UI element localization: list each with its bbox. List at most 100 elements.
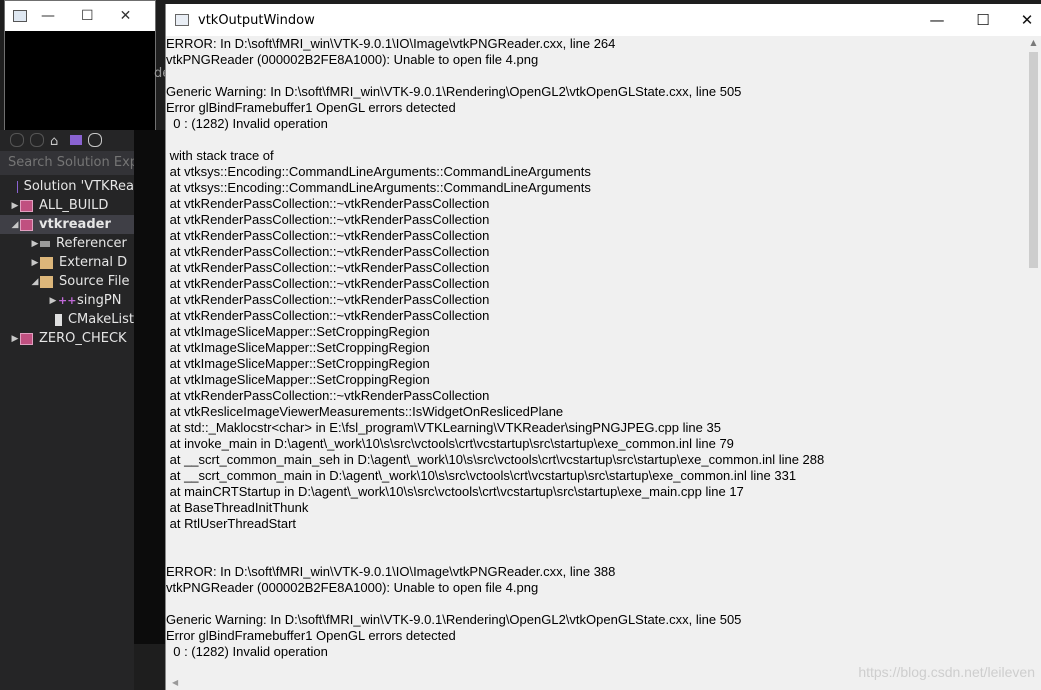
output-line: at invoke_main in D:\agent\_work\10\s\sr… xyxy=(166,436,734,451)
home-icon[interactable] xyxy=(50,134,64,146)
tree-item[interactable]: CMakeList xyxy=(0,310,134,329)
output-line: with stack trace of xyxy=(166,148,274,163)
maximize-button[interactable]: ☐ xyxy=(81,1,94,31)
vtk-output-window: vtkOutputWindow — ☐ ✕ ERROR: In D:\soft\… xyxy=(165,4,1041,690)
close-button[interactable]: ✕ xyxy=(120,1,132,31)
output-line: vtkPNGReader (000002B2FE8A1000): Unable … xyxy=(166,580,539,595)
output-line: at vtkRenderPassCollection::~vtkRenderPa… xyxy=(166,228,490,243)
back-icon[interactable] xyxy=(10,133,24,147)
project-icon xyxy=(20,332,33,345)
small-window-titlebar: — ☐ ✕ xyxy=(5,1,155,31)
output-line: at __scrt_common_main_seh in D:\agent\_w… xyxy=(166,452,825,467)
project-icon xyxy=(20,218,33,231)
folder-icon xyxy=(40,275,53,288)
output-line: at vtkRenderPassCollection::~vtkRenderPa… xyxy=(166,212,490,227)
tree-item-label: Referencer xyxy=(56,236,127,251)
expand-arrow-icon[interactable]: ▶ xyxy=(48,296,58,306)
tree-item-label: ZERO_CHECK xyxy=(39,331,127,346)
file-icon xyxy=(54,313,62,326)
output-line: at RtlUserThreadStart xyxy=(166,516,297,531)
project-icon xyxy=(20,199,33,212)
output-line: Error glBindFramebuffer1 OpenGL errors d… xyxy=(166,628,456,643)
tree-item-label: External D xyxy=(59,255,128,270)
solution-explorer: Solution 'VTKRea▶ALL_BUILD◢vtkreader▶Ref… xyxy=(0,130,134,690)
tree-item[interactable]: ▶ singPN xyxy=(0,291,134,310)
output-line: at vtksys::Encoding::CommandLineArgument… xyxy=(166,164,591,179)
tree-item[interactable]: ◢ Source File xyxy=(0,272,134,291)
solution-search-input[interactable] xyxy=(0,151,134,175)
output-line: at vtkRenderPassCollection::~vtkRenderPa… xyxy=(166,308,490,323)
output-line: at vtkRenderPassCollection::~vtkRenderPa… xyxy=(166,388,490,403)
forward-icon[interactable] xyxy=(30,133,44,147)
tree-item-label: singPN xyxy=(77,293,122,308)
output-line: at __scrt_common_main in D:\agent\_work\… xyxy=(166,468,797,483)
close-button[interactable]: ✕ xyxy=(1004,4,1041,36)
tree-item-label: Source File xyxy=(59,274,130,289)
vertical-scrollbar[interactable]: ▲ xyxy=(1025,36,1041,680)
references-icon xyxy=(40,240,50,247)
tree-item[interactable]: ▶ ZERO_CHECK xyxy=(0,329,134,348)
output-line: ERROR: In D:\soft\fMRI_win\VTK-9.0.1\IO\… xyxy=(166,564,616,579)
tree-item-label: Solution 'VTKRea xyxy=(23,179,134,194)
horizontal-scrollbar[interactable]: ◀ xyxy=(166,678,1041,690)
output-line: at vtkImageSliceMapper::SetCroppingRegio… xyxy=(166,356,430,371)
solution-explorer-toolbar xyxy=(0,130,134,150)
window-title: vtkOutputWindow xyxy=(198,12,315,28)
maximize-button[interactable]: ☐ xyxy=(960,4,1006,36)
window-app-icon xyxy=(13,10,27,22)
output-line: 0 : (1282) Invalid operation xyxy=(166,116,328,131)
output-line: at vtkRenderPassCollection::~vtkRenderPa… xyxy=(166,292,490,307)
output-line: at vtkRenderPassCollection::~vtkRenderPa… xyxy=(166,196,490,211)
solution-tree: Solution 'VTKRea ▶ ALL_BUILD ◢ vtkreader ▶ Ref… xyxy=(0,177,134,348)
output-line: at vtkResliceImageViewerMeasurements::Is… xyxy=(166,404,564,419)
tree-item-label: ALL_BUILD xyxy=(39,198,109,213)
folder-icon xyxy=(40,256,53,269)
output-line: at vtkImageSliceMapper::SetCroppingRegio… xyxy=(166,324,430,339)
expand-arrow-icon[interactable]: ◢ xyxy=(10,220,20,230)
vs-switch-view-icon[interactable] xyxy=(70,135,82,145)
scrollbar-thumb[interactable] xyxy=(1029,52,1038,268)
output-line: Generic Warning: In D:\soft\fMRI_win\VTK… xyxy=(166,612,742,627)
expand-arrow-icon[interactable]: ◢ xyxy=(30,277,40,287)
watermark: https://blog.csdn.net/leileven xyxy=(858,664,1035,680)
minimize-button[interactable]: — xyxy=(41,1,55,31)
output-line: at vtkImageSliceMapper::SetCroppingRegio… xyxy=(166,340,430,355)
small-black-window: — ☐ ✕ xyxy=(4,0,156,132)
vtk-window-titlebar: vtkOutputWindow — ☐ ✕ xyxy=(166,4,1041,36)
output-text-area[interactable]: ERROR: In D:\soft\fMRI_win\VTK-9.0.1\IO\… xyxy=(166,36,1025,680)
tree-item[interactable]: ▶ Referencer xyxy=(0,234,134,253)
output-line: ERROR: In D:\soft\fMRI_win\VTK-9.0.1\IO\… xyxy=(166,36,616,51)
tree-item[interactable]: ◢ vtkreader xyxy=(0,215,134,234)
minimize-button[interactable]: — xyxy=(914,4,960,36)
tree-item[interactable]: Solution 'VTKRea xyxy=(0,177,134,196)
output-line: at mainCRTStartup in D:\agent\_work\10\s… xyxy=(166,484,744,499)
expand-arrow-icon[interactable]: ▶ xyxy=(10,201,20,211)
expand-arrow-icon[interactable]: ▶ xyxy=(30,258,40,268)
expand-arrow-icon[interactable]: ▶ xyxy=(30,239,40,249)
console-cursor xyxy=(134,130,166,644)
output-line: at vtkRenderPassCollection::~vtkRenderPa… xyxy=(166,260,490,275)
output-line: Generic Warning: In D:\soft\fMRI_win\VTK… xyxy=(166,84,742,99)
output-line: at BaseThreadInitThunk xyxy=(166,500,309,515)
scroll-up-icon[interactable]: ▲ xyxy=(1025,36,1041,50)
output-line: vtkPNGReader (000002B2FE8A1000): Unable … xyxy=(166,52,539,67)
output-line: at vtkImageSliceMapper::SetCroppingRegio… xyxy=(166,372,430,387)
output-line: at std::_Maklocstr<char> in E:\fsl_progr… xyxy=(166,420,721,435)
output-line: Error glBindFramebuffer1 OpenGL errors d… xyxy=(166,100,456,115)
tree-item-label: vtkreader xyxy=(39,217,111,232)
tree-item[interactable]: ▶ External D xyxy=(0,253,134,272)
history-icon[interactable] xyxy=(88,133,102,147)
output-line: at vtkRenderPassCollection::~vtkRenderPa… xyxy=(166,276,490,291)
scroll-left-icon[interactable]: ◀ xyxy=(172,678,178,687)
tree-item[interactable]: ▶ ALL_BUILD xyxy=(0,196,134,215)
cpp-file-icon xyxy=(58,295,71,307)
tree-item-label: CMakeList xyxy=(67,312,134,327)
output-line: at vtkRenderPassCollection::~vtkRenderPa… xyxy=(166,244,490,259)
window-app-icon xyxy=(175,14,189,26)
expand-arrow-icon[interactable]: ▶ xyxy=(10,334,20,344)
